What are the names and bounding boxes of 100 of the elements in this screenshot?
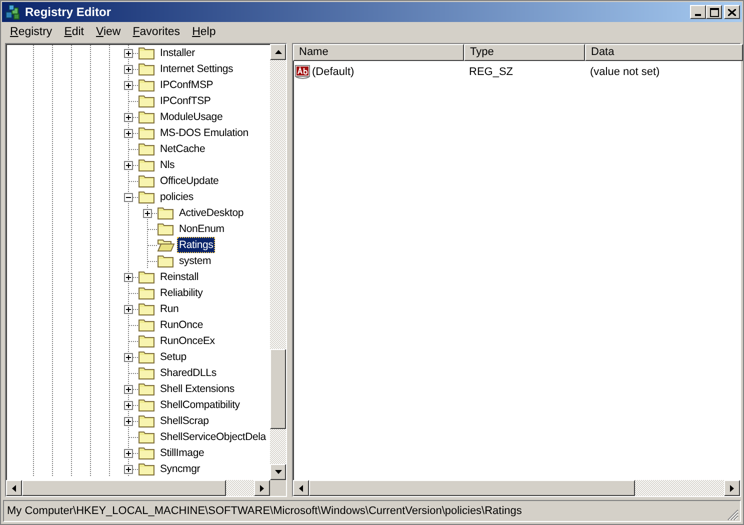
expand-icon[interactable] (124, 304, 133, 314)
close-icon (728, 8, 736, 16)
column-header[interactable]: Data (585, 44, 743, 61)
window-title: Registry Editor (25, 5, 112, 19)
column-header[interactable]: Type (464, 44, 585, 61)
expand-icon[interactable] (124, 464, 133, 474)
folder-icon (138, 350, 156, 364)
open-folder-icon (157, 238, 175, 252)
tree-item[interactable]: Syncmgr (158, 461, 202, 477)
tree-item[interactable]: ShellCompatibility (158, 397, 242, 413)
folder-icon (157, 222, 175, 236)
left-arrow-icon (12, 484, 16, 492)
folder-icon (138, 334, 156, 348)
tree-item[interactable]: Installer (158, 45, 197, 61)
folder-icon (138, 398, 156, 412)
folder-icon (138, 142, 156, 156)
registry-cubes-icon (5, 4, 21, 20)
right-arrow-icon (260, 484, 264, 492)
menu-item[interactable]: View (90, 26, 127, 38)
up-arrow-icon (274, 50, 282, 54)
menu-item[interactable]: Registry (4, 26, 58, 38)
folder-icon (138, 302, 156, 316)
expand-icon[interactable] (124, 448, 133, 458)
expand-icon[interactable] (143, 208, 152, 218)
tree-item[interactable]: OfficeUpdate (158, 173, 221, 189)
tree-item[interactable]: Ratings (177, 237, 216, 253)
scroll-right-button[interactable] (724, 480, 740, 496)
maximize-button[interactable] (706, 5, 722, 19)
tree-item[interactable]: NetCache (158, 141, 208, 157)
folder-icon (138, 366, 156, 380)
folder-icon (138, 318, 156, 332)
tree-item[interactable]: RunOnce (158, 317, 205, 333)
folder-icon (138, 462, 156, 476)
tree-item[interactable]: ModuleUsage (158, 109, 225, 125)
scroll-left-button[interactable] (6, 480, 22, 496)
tree-item[interactable]: system (177, 253, 214, 269)
close-button[interactable] (724, 5, 740, 19)
tree-item[interactable]: Reliability (158, 285, 205, 301)
column-header[interactable]: Name (293, 44, 464, 61)
tree-item[interactable]: ShellServiceObjectDela (158, 429, 268, 445)
value-data: (value not set) (590, 66, 660, 78)
down-arrow-icon (274, 470, 282, 474)
right-arrow-icon (730, 484, 734, 492)
folder-icon (138, 110, 156, 124)
tree-item[interactable]: ShellScrap (158, 413, 211, 429)
resize-grip-icon[interactable] (727, 509, 739, 521)
folder-icon (138, 382, 156, 396)
collapse-icon[interactable] (124, 192, 133, 202)
scroll-left-button[interactable] (293, 480, 309, 496)
tree-item[interactable]: ActiveDesktop (177, 205, 246, 221)
expand-icon[interactable] (124, 400, 133, 410)
folder-icon (138, 414, 156, 428)
folder-icon (138, 270, 156, 284)
left-arrow-icon (299, 484, 303, 492)
expand-icon[interactable] (124, 128, 133, 138)
value-type: REG_SZ (469, 66, 514, 78)
scroll-up-button[interactable] (270, 44, 286, 60)
menu-item[interactable]: Favorites (126, 26, 186, 38)
scroll-right-button[interactable] (254, 480, 270, 496)
expand-icon[interactable] (124, 352, 133, 362)
expand-icon[interactable] (124, 160, 133, 170)
folder-icon (138, 174, 156, 188)
status-bar-path: My Computer\HKEY_LOCAL_MACHINE\SOFTWARE\Microsoft\Windows\CurrentVersion\policies\Ratings (7, 505, 523, 517)
scroll-down-button[interactable] (270, 464, 286, 480)
tree-item[interactable]: MS-DOS Emulation (158, 125, 250, 141)
expand-icon[interactable] (124, 80, 133, 90)
scroll-thumb[interactable] (309, 480, 635, 496)
vertical-scrollbar[interactable] (270, 44, 286, 480)
expand-icon[interactable] (124, 272, 133, 282)
scroll-thumb[interactable] (270, 349, 286, 429)
string-value-icon (295, 64, 311, 80)
tree-item[interactable]: Nls (158, 157, 177, 173)
tree-item[interactable]: Setup (158, 349, 188, 365)
folder-icon (138, 446, 156, 460)
tree-item[interactable]: IPConfTSP (158, 93, 213, 109)
tree-item[interactable]: NonEnum (177, 221, 226, 237)
tree-item[interactable]: Reinstall (158, 269, 200, 285)
tree-item[interactable]: RunOnceEx (158, 333, 217, 349)
folder-icon (138, 78, 156, 92)
expand-icon[interactable] (124, 416, 133, 426)
tree-item[interactable]: Shell Extensions (158, 381, 236, 397)
folder-icon (157, 206, 175, 220)
horizontal-scrollbar[interactable] (293, 480, 740, 496)
menu-item[interactable]: Help (186, 26, 222, 38)
expand-icon[interactable] (124, 384, 133, 394)
tree-item[interactable]: Internet Settings (158, 61, 236, 77)
scroll-thumb[interactable] (22, 480, 226, 496)
tree-item[interactable]: StillImage (158, 445, 206, 461)
tree-item[interactable]: Run (158, 301, 181, 317)
expand-icon[interactable] (124, 48, 133, 58)
value-name[interactable]: (Default) (312, 66, 354, 78)
tree-item[interactable]: IPConfMSP (158, 77, 216, 93)
menu-item[interactable]: Edit (58, 26, 90, 38)
tree-item[interactable]: policies (158, 189, 196, 205)
minimize-button[interactable] (690, 5, 706, 19)
expand-icon[interactable] (124, 112, 133, 122)
expand-icon[interactable] (124, 64, 133, 74)
folder-icon (138, 46, 156, 60)
tree-item[interactable]: SharedDLLs (158, 365, 218, 381)
folder-icon (138, 94, 156, 108)
